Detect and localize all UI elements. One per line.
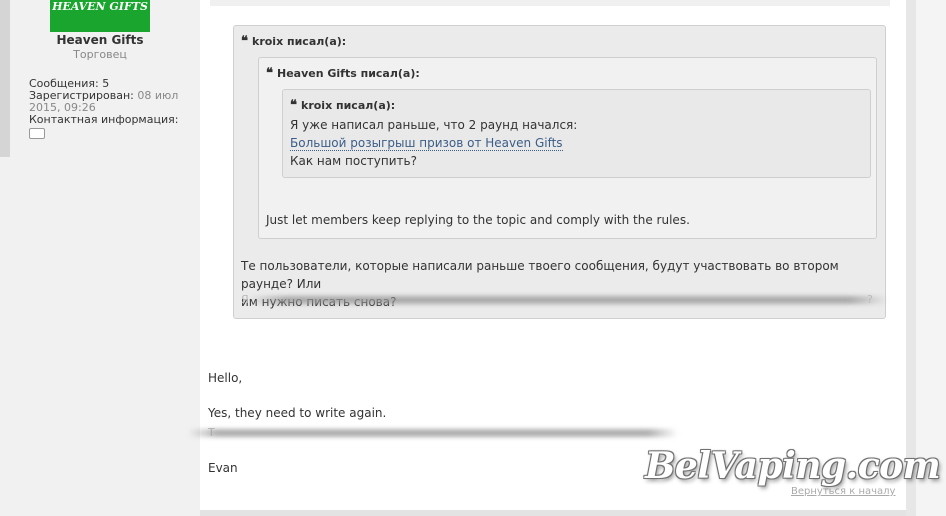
watermark-logo: BelVaping.com: [645, 445, 941, 487]
user-info: Сообщения: 5 Зарегистрирован: 08 июл 201…: [29, 78, 179, 139]
quote-icon: ❝: [241, 34, 248, 49]
post-topbar: [210, 0, 890, 6]
quote-icon: ❝: [266, 66, 273, 81]
right-gutter: [906, 0, 916, 516]
quote-inner-line1: Я уже написал раньше, что 2 раунд началс…: [290, 118, 578, 132]
quote-inner-body: Я уже написал раньше, что 2 раунд началс…: [290, 116, 577, 170]
username-link[interactable]: Heaven Gifts: [50, 33, 150, 47]
quote-icon: ❝: [290, 98, 297, 113]
quote-inner: ❝ kroix писал(а): Я уже написал раньше, ч…: [282, 89, 871, 178]
user-rank: Торговец: [73, 48, 127, 61]
quote-outer-author: kroix писал(а):: [252, 35, 347, 48]
quote-middle: ❝ Heaven Gifts писал(а): ❝ kroix писал(а):…: [258, 57, 877, 239]
user-sidebar: HEAVEN GIFTS Heaven Gifts Торговец Сообщ…: [0, 0, 200, 516]
quote-middle-header: ❝ Heaven Gifts писал(а):: [266, 66, 420, 81]
quote-inner-author: kroix писал(а):: [301, 99, 396, 112]
blurred-text: [248, 296, 888, 304]
quote-middle-text: Just let members keep replying to the to…: [266, 213, 690, 227]
speech-bubble-icon[interactable]: [29, 128, 45, 139]
reply-signature: Evan: [208, 461, 238, 475]
reply-greeting: Hello,: [208, 371, 243, 385]
reply-line1: Yes, they need to write again.: [208, 406, 387, 420]
right-panel: [916, 0, 946, 516]
contact-label: Контактная информация:: [29, 113, 179, 126]
blurred-text-end: ?: [867, 293, 873, 306]
reply-blurred-text: [188, 429, 678, 437]
quote-outer-line1: Те пользователи, которые написали раньше…: [241, 259, 839, 291]
sidebar-strip: [0, 0, 10, 157]
quote-inner-header: ❝ kroix писал(а):: [290, 98, 395, 113]
registered-date: 08 июл: [137, 89, 179, 102]
quote-middle-author: Heaven Gifts писал(а):: [277, 67, 420, 80]
quote-outer-header: ❝ kroix писал(а):: [241, 34, 346, 49]
post-content: ❝ kroix писал(а): ❝ Heaven Gifts писал(а):…: [188, 0, 906, 510]
avatar-text: HEAVEN GIFTS: [52, 0, 148, 13]
quote-inner-line2: Как нам поступить?: [290, 154, 417, 168]
quote-outer: ❝ kroix писал(а): ❝ Heaven Gifts писал(а):…: [233, 25, 888, 319]
avatar[interactable]: HEAVEN GIFTS: [50, 0, 150, 32]
registered-row: Зарегистрирован: 08 июл 2015, 09:26: [29, 90, 179, 114]
giveaway-link[interactable]: Большой розыгрыш призов от Heaven Gifts: [290, 136, 563, 151]
